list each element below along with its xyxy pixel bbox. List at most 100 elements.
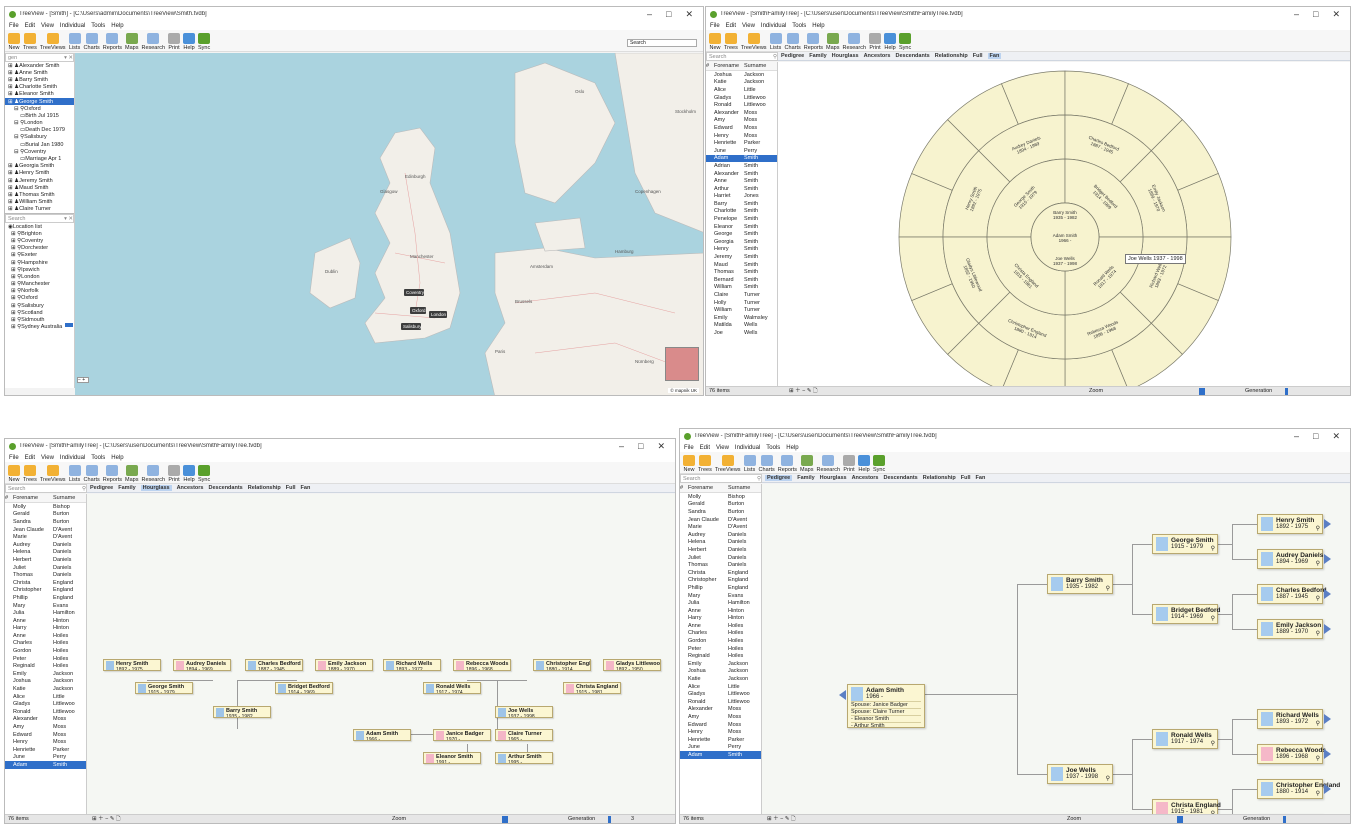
tab-full[interactable]: Full — [961, 475, 971, 481]
list-item[interactable]: Peter Hoiles — [5, 655, 86, 663]
menu-help[interactable]: Help — [812, 23, 824, 29]
tab-ancestors[interactable]: Ancestors — [852, 475, 879, 481]
toolbar-new-button[interactable]: New — [8, 465, 20, 483]
list-item[interactable]: Charles Hoiles — [680, 630, 761, 638]
list-item[interactable]: Penelope Smith — [706, 215, 777, 223]
list-item[interactable]: Henry Moss — [5, 738, 86, 746]
list-item[interactable]: Ronald Littlewoo — [706, 101, 777, 109]
toolbar-research-button[interactable]: Research — [816, 455, 840, 473]
tab-descendants[interactable]: Descendants — [208, 485, 242, 491]
toolbar-trees-button[interactable]: Trees — [724, 33, 738, 51]
tree-item[interactable]: ▭ Birth Jul 1915 — [5, 112, 74, 119]
toolbar-new-button[interactable]: New — [709, 33, 721, 51]
list-item[interactable]: Reginald Hoiles — [5, 662, 86, 670]
menu-tools[interactable]: Tools — [91, 23, 105, 29]
person-card[interactable]: Barry Smith 1935 - 1982 — [213, 706, 271, 718]
toolbar-research-button[interactable]: Research — [141, 465, 165, 483]
location-item[interactable]: ⊞ ⚲ Manchester — [5, 281, 74, 288]
minimize-icon[interactable]: – — [1294, 431, 1299, 442]
list-item[interactable]: Ronald Littlewoo — [5, 708, 86, 716]
person-card[interactable]: George Smith 1915 - 1979 — [135, 682, 193, 694]
map-pin-oxford[interactable]: Oxford — [412, 308, 426, 313]
list-item[interactable]: Jeremy Smith — [706, 253, 777, 261]
list-item[interactable]: Jean Claude D'Avent — [680, 516, 761, 524]
tab-fan[interactable]: Fan — [301, 485, 311, 491]
search-icon[interactable]: ⚲ — [1316, 755, 1320, 762]
person-card[interactable]: Emily Jackson 1889 - 1970 ⚲ — [1257, 619, 1323, 639]
tab-ancestors[interactable]: Ancestors — [177, 485, 204, 491]
tree-item[interactable]: ⊞ ♟ Georgia Smith — [5, 163, 74, 170]
toolbar-maps-button[interactable]: Maps — [125, 33, 138, 51]
list-item[interactable]: Henriette Parker — [680, 736, 761, 744]
toolbar-reports-button[interactable]: Reports — [103, 33, 122, 51]
list-item[interactable]: Maud Smith — [706, 261, 777, 269]
toolbar-maps-button[interactable]: Maps — [826, 33, 839, 51]
list-item[interactable]: Eleanor Smith — [706, 223, 777, 231]
menu-file[interactable]: File — [9, 23, 19, 29]
toolbar-print-button[interactable]: Print — [168, 33, 181, 51]
list-item[interactable]: June Perry — [680, 744, 761, 752]
toolbar-charts-button[interactable]: Charts — [759, 455, 775, 473]
location-search-input[interactable]: Search ▾ ✕ — [5, 214, 74, 223]
location-item[interactable]: ⊞ ⚲ Ipswich — [5, 266, 74, 273]
maximize-icon[interactable]: □ — [1313, 9, 1318, 20]
toolbar-lists-button[interactable]: Lists — [68, 465, 81, 483]
tab-fan[interactable]: Fan — [987, 53, 1002, 59]
menu-tools[interactable]: Tools — [91, 455, 105, 461]
person-card[interactable]: Bridget Bedford 1914 - 1969 — [275, 682, 333, 694]
list-item[interactable]: Christopher England — [5, 587, 86, 595]
tab-relationship[interactable]: Relationship — [248, 485, 281, 491]
toolbar-lists-button[interactable]: Lists — [769, 33, 782, 51]
list-item[interactable]: Juliet Daniels — [5, 564, 86, 572]
person-card[interactable]: Joe Wells 1937 - 1998 — [495, 706, 553, 718]
toolbar-maps-button[interactable]: Maps — [800, 455, 813, 473]
list-item[interactable]: Audrey Daniels — [5, 541, 86, 549]
close-icon[interactable]: ✕ — [657, 441, 665, 452]
list-item[interactable]: Helena Daniels — [680, 539, 761, 547]
list-item[interactable]: Emily Jackson — [680, 660, 761, 668]
toolbar-help-button[interactable]: Help — [884, 33, 897, 51]
tab-family[interactable]: Family — [118, 485, 135, 491]
menu-individual[interactable]: Individual — [60, 455, 85, 461]
status-tools[interactable]: ⊞ ＋ − ✎ 🗋 — [789, 386, 1089, 395]
list-item[interactable]: Matilda Wells — [706, 322, 777, 330]
person-card[interactable]: Audrey Daniels 1894 - 1969 ⚲ — [1257, 549, 1323, 569]
location-item[interactable]: ⊞ ⚲ Coventry — [5, 237, 74, 244]
tree-item[interactable]: ⊟ ⚲ London — [5, 120, 74, 127]
expand-right-arrow-icon[interactable] — [1324, 519, 1331, 529]
close-icon[interactable]: ✕ — [1332, 431, 1340, 442]
list-item[interactable]: Gladys Littlewoo — [5, 700, 86, 708]
location-item[interactable]: ⊞ ⚲ Hampshire — [5, 259, 74, 266]
person-card[interactable]: Charles Bedford 1887 - 1945 — [245, 659, 303, 671]
toolbar-charts-button[interactable]: Charts — [84, 33, 100, 51]
list-item[interactable]: Joshua Jackson — [680, 668, 761, 676]
list-item[interactable]: Marie D'Avent — [5, 533, 86, 541]
location-item[interactable]: ⊞ ⚲ Sidmouth — [5, 316, 74, 323]
menu-individual[interactable]: Individual — [735, 445, 760, 451]
person-card[interactable]: Bridget Bedford 1914 - 1969 ⚲ — [1152, 604, 1220, 624]
status-tools[interactable]: ⊞ ＋ − ✎ 🗋 — [92, 814, 392, 823]
status-tools[interactable]: ⊞ ＋ − ✎ 🗋 — [767, 814, 1067, 823]
list-item[interactable]: Thomas Smith — [706, 268, 777, 276]
list-item[interactable]: Charles Hoiles — [5, 640, 86, 648]
toolbar-print-button[interactable]: Print — [869, 33, 882, 51]
tab-relationship[interactable]: Relationship — [923, 475, 956, 481]
expand-right-arrow-icon[interactable] — [1324, 624, 1331, 634]
location-item[interactable]: ⊞ ⚲ Salisbury — [5, 302, 74, 309]
list-item[interactable]: Alice Little — [680, 683, 761, 691]
location-item[interactable]: ⊞ ⚲ Sydney Australia — [5, 324, 74, 331]
menu-tools[interactable]: Tools — [792, 23, 806, 29]
list-item[interactable]: Alexander Moss — [5, 716, 86, 724]
list-item[interactable]: Mary Evans — [5, 602, 86, 610]
tree-search-input[interactable]: gen ▾ ✕ — [5, 53, 74, 62]
list-item[interactable]: Harry Hinton — [680, 615, 761, 623]
people-search-input[interactable]: Search ⚲ — [680, 474, 762, 483]
tree-item[interactable]: ⊞ ♟ Barry Smith — [5, 76, 74, 83]
toolbar-reports-button[interactable]: Reports — [778, 455, 797, 473]
tree-item[interactable]: ⊟ ⚲ Oxford — [5, 105, 74, 112]
list-item[interactable]: Arthur Smith — [706, 185, 777, 193]
list-item[interactable]: Georgia Smith — [706, 238, 777, 246]
list-item[interactable]: Joe Wells — [706, 329, 777, 337]
toolbar-new-button[interactable]: New — [8, 33, 20, 51]
maximize-icon[interactable]: □ — [666, 9, 671, 20]
